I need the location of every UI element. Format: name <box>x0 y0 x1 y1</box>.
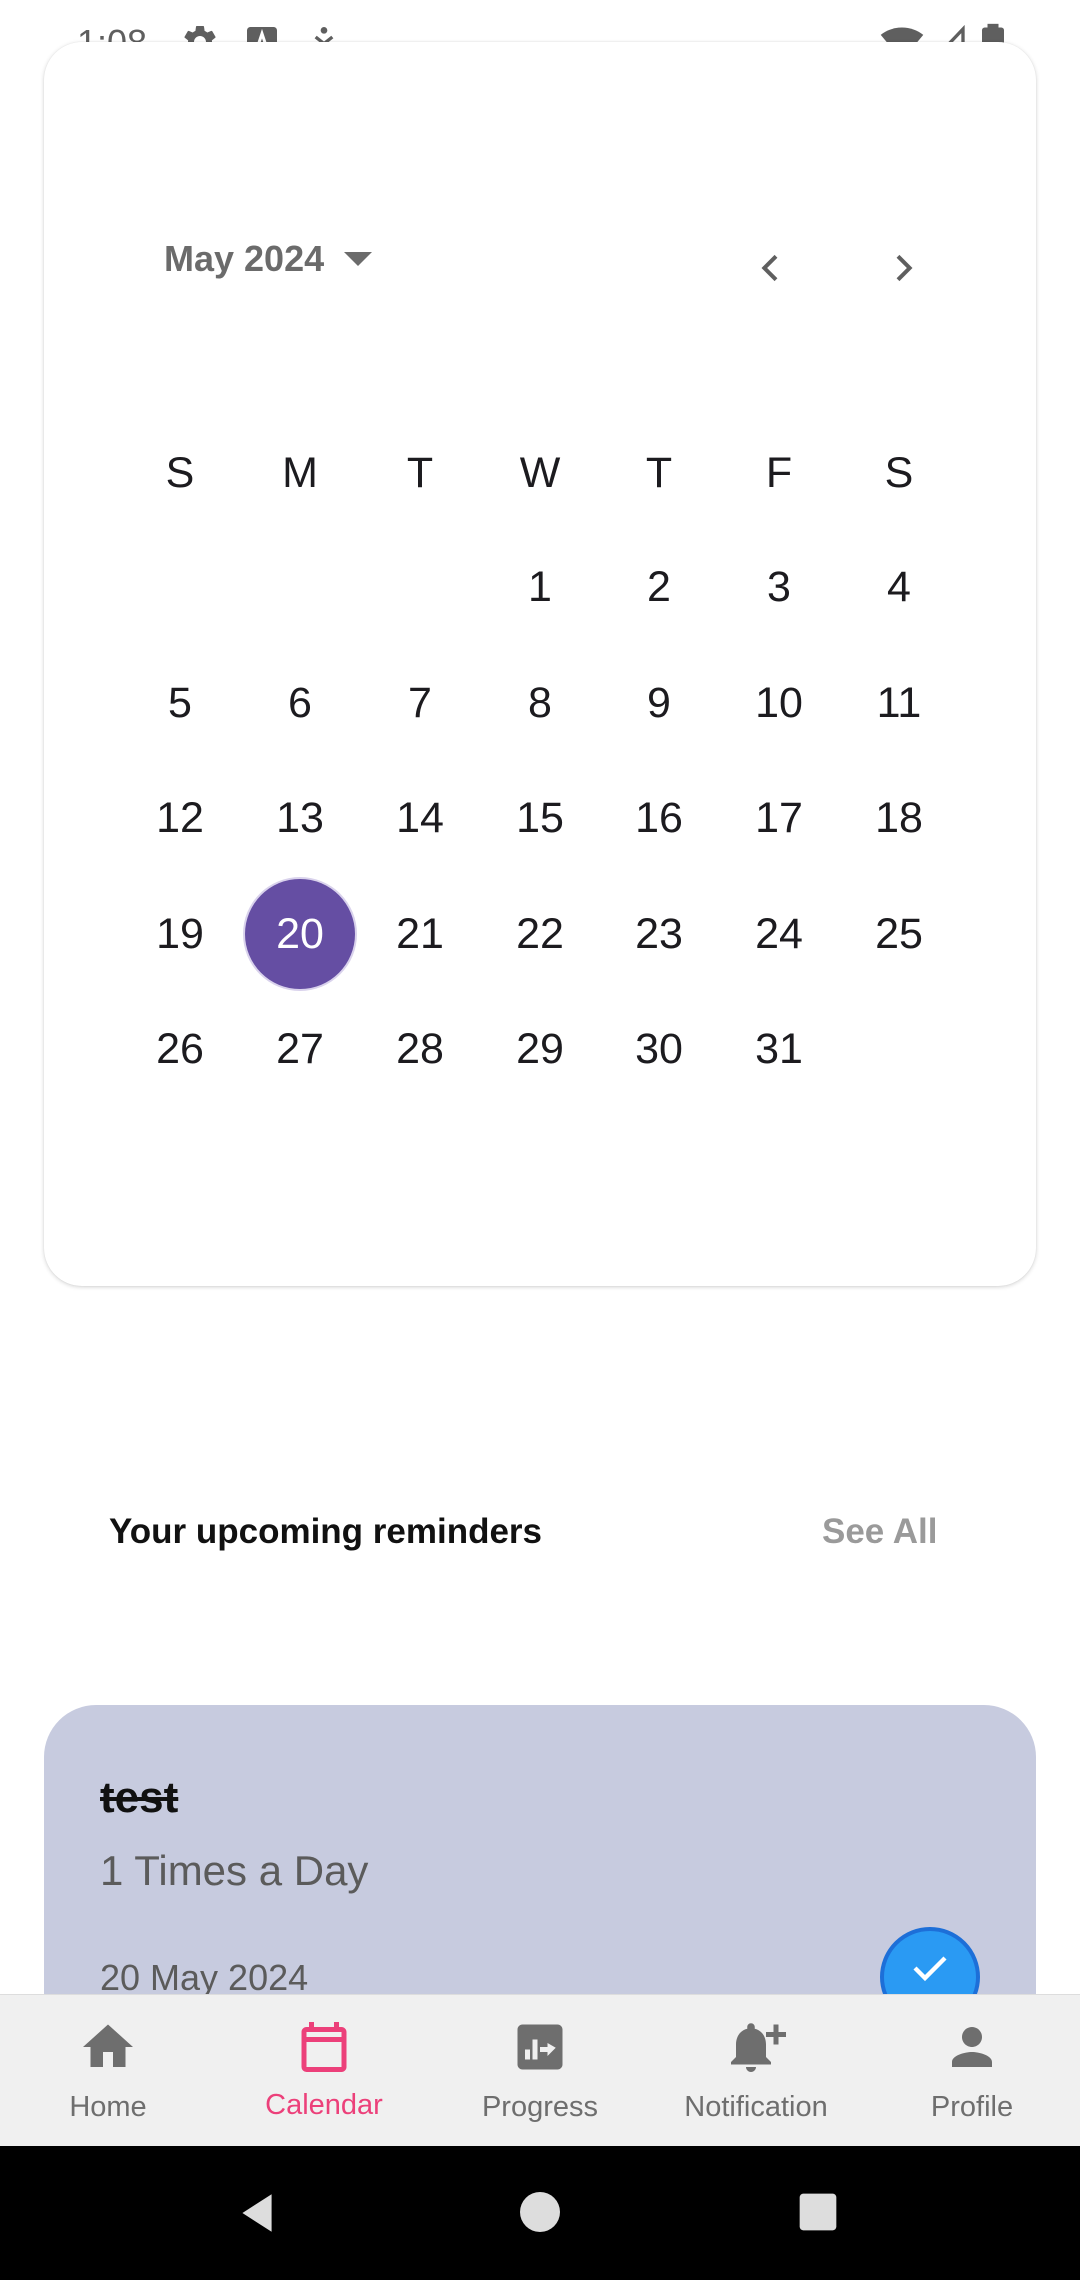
weekday-label: W <box>519 448 561 497</box>
calendar-day[interactable]: 16 <box>604 763 714 873</box>
nav-home[interactable]: Home <box>0 1995 216 2147</box>
recents-icon[interactable] <box>796 2190 840 2234</box>
weekday-label: S <box>884 448 914 497</box>
weekday-label: S <box>165 448 195 497</box>
profile-icon <box>952 2027 992 2067</box>
back-icon[interactable] <box>232 2188 282 2238</box>
calendar-day[interactable]: 10 <box>724 648 834 758</box>
reminder-date: 20 May 2024 <box>100 1957 309 1995</box>
nav-profile[interactable]: Profile <box>864 1995 1080 2147</box>
nav-label-notification: Notification <box>684 2091 828 2123</box>
nav-label-calendar: Calendar <box>265 2089 383 2121</box>
reminder-done-toggle[interactable] <box>880 1927 980 1995</box>
calendar-day-selected[interactable]: 20 <box>245 879 355 989</box>
nav-label-home: Home <box>69 2091 147 2123</box>
reminder-title: test <box>100 1773 179 1822</box>
nav-label-profile: Profile <box>930 2091 1014 2123</box>
calendar-day[interactable]: 4 <box>844 532 954 642</box>
see-all-link[interactable]: See All <box>822 1512 937 1552</box>
notification-add-icon <box>731 2023 786 2072</box>
calendar-day[interactable]: 13 <box>245 763 355 873</box>
bottom-navigation: Home Calendar Progress Notification Prof… <box>0 1994 1080 2146</box>
calendar-day[interactable]: 23 <box>604 879 714 989</box>
calendar-day[interactable]: 15 <box>485 763 595 873</box>
calendar-day[interactable]: 11 <box>844 648 954 758</box>
calendar-day[interactable]: 5 <box>125 648 235 758</box>
weekday-label: T <box>406 448 434 497</box>
home-icon <box>83 2024 133 2067</box>
calendar-day[interactable]: 2 <box>604 532 714 642</box>
calendar-day[interactable]: 19 <box>125 879 235 989</box>
nav-progress[interactable]: Progress <box>432 1995 648 2147</box>
check-icon <box>913 1956 947 1982</box>
reminder-card[interactable]: test 1 Times a Day 20 May 2024 <box>44 1705 1036 1995</box>
calendar-day[interactable]: 12 <box>125 763 235 873</box>
month-label: May 2024 <box>164 238 325 279</box>
calendar-day[interactable]: 31 <box>724 994 834 1104</box>
calendar-day[interactable]: 17 <box>724 763 834 873</box>
calendar-day[interactable]: 28 <box>365 994 475 1104</box>
calendar-day[interactable]: 21 <box>365 879 475 989</box>
calendar-day[interactable]: 8 <box>485 648 595 758</box>
nav-notification[interactable]: Notification <box>648 1995 864 2147</box>
calendar-day[interactable]: 30 <box>604 994 714 1104</box>
chevron-right-icon <box>896 254 913 282</box>
calendar-day[interactable]: 29 <box>485 994 595 1104</box>
calendar-day[interactable]: 7 <box>365 648 475 758</box>
calendar-day[interactable]: 9 <box>604 648 714 758</box>
progress-icon <box>517 2024 563 2070</box>
calendar-card: May 2024 S M T W T F S 1 2 3 4 5 6 7 8 9 10 11 12 13 14 15 16 1… <box>44 42 1036 1286</box>
calendar-day[interactable]: 18 <box>844 763 954 873</box>
nav-calendar[interactable]: Calendar <box>216 1995 432 2147</box>
nav-label-progress: Progress <box>481 2091 599 2123</box>
calendar-day[interactable]: 6 <box>245 648 355 758</box>
weekday-label: M <box>282 448 318 497</box>
next-month-button[interactable] <box>873 238 933 298</box>
calendar-day[interactable]: 22 <box>485 879 595 989</box>
chevron-left-icon <box>761 254 778 282</box>
month-selector[interactable]: May 2024 <box>164 238 373 280</box>
reminders-title: Your upcoming reminders <box>109 1512 543 1551</box>
calendar-day[interactable]: 25 <box>844 879 954 989</box>
home-button-icon[interactable] <box>516 2188 564 2236</box>
calendar-day[interactable]: 14 <box>365 763 475 873</box>
system-navigation-bar <box>0 2146 1080 2280</box>
calendar-day[interactable]: 24 <box>724 879 834 989</box>
weekday-label: T <box>645 448 673 497</box>
calendar-icon <box>301 2022 347 2072</box>
calendar-day[interactable]: 26 <box>125 994 235 1104</box>
calendar-day[interactable]: 3 <box>724 532 834 642</box>
reminder-frequency: 1 Times a Day <box>100 1847 369 1894</box>
calendar-day[interactable]: 27 <box>245 994 355 1104</box>
dropdown-caret-icon <box>344 252 373 266</box>
previous-month-button[interactable] <box>741 238 801 298</box>
weekday-label: F <box>765 448 793 497</box>
calendar-day[interactable]: 1 <box>485 532 595 642</box>
